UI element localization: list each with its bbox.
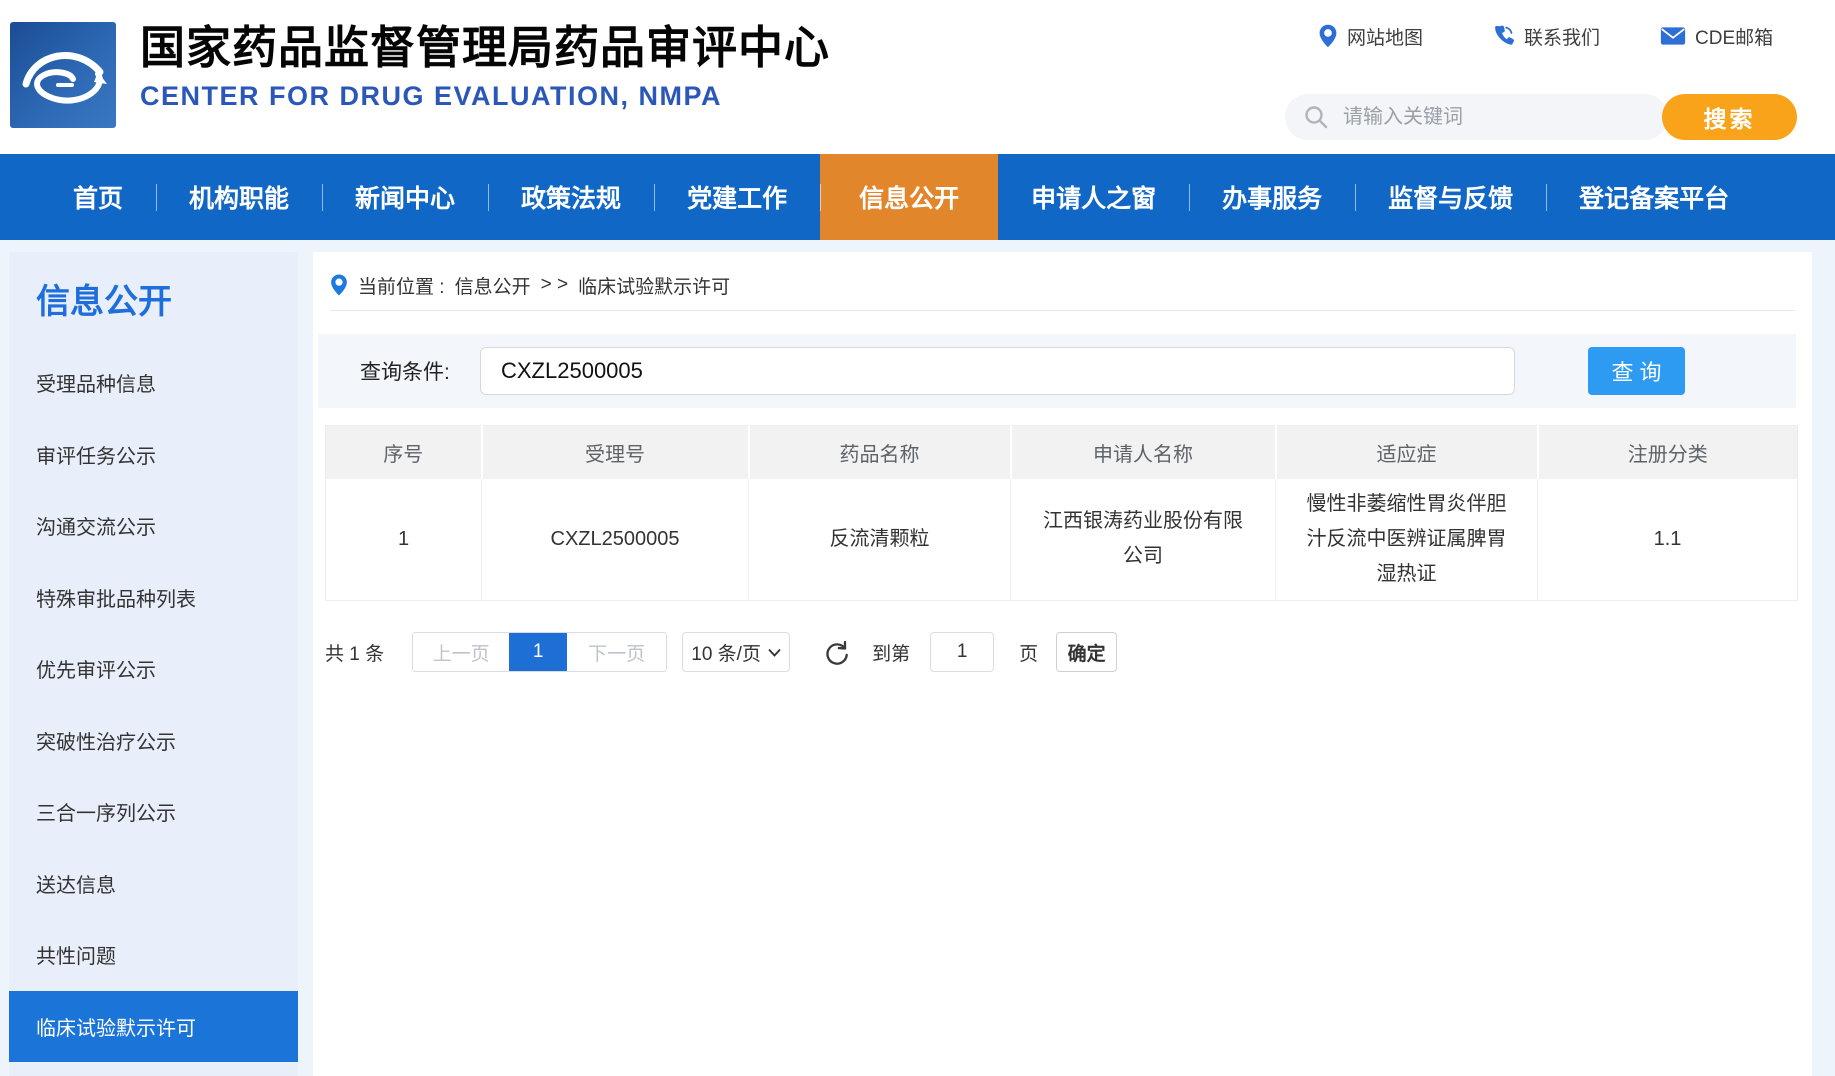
result-table: 序号 受理号 药品名称 申请人名称 适应症 注册分类 1 CXZL2500005… [325,425,1798,601]
current-page-button[interactable]: 1 [509,633,568,671]
content-panel: 当前位置 : 信息公开 > > 临床试验默示许可 查询条件: 查 询 序号 受理… [313,252,1812,1076]
col-header-indication: 适应症 [1275,425,1539,479]
cell-applicant: 江西银涛药业股份有限公司 [1010,478,1276,601]
sidebar-item-breakthrough[interactable]: 突破性治疗公示 [9,705,298,777]
nav-item-applicant[interactable]: 申请人之窗 [998,154,1189,240]
mail-icon [1660,27,1686,45]
query-label: 查询条件: [360,361,450,384]
query-panel: 查询条件: [318,334,1796,408]
site-subtitle: CENTER FOR DRUG EVALUATION, NMPA [140,80,722,111]
sidebar-item-delivery-info[interactable]: 送达信息 [9,848,298,920]
location-pin-icon [1319,24,1337,48]
table-header-row: 序号 受理号 药品名称 申请人名称 适应症 注册分类 [325,425,1798,479]
prev-page-button[interactable]: 上一页 [413,633,509,671]
quick-link-mail[interactable]: CDE邮箱 [1660,22,1773,50]
page-size-select[interactable]: 10 条/页 [682,632,791,672]
quick-link-sitemap[interactable]: 网站地图 [1318,22,1423,50]
breadcrumb-prefix: 当前位置 : [358,276,445,298]
breadcrumb: 当前位置 : 信息公开 > > 临床试验默示许可 [330,270,730,300]
cde-logo[interactable] [10,22,116,128]
site-header: 国家药品监督管理局药品审评中心 CENTER FOR DRUG EVALUATI… [0,0,1835,154]
pager: 上一页 1 下一页 [412,632,668,672]
chevron-down-icon [768,648,781,657]
site-titles: 国家药品监督管理局药品审评中心 CENTER FOR DRUG EVALUATI… [140,22,830,112]
cell-indication: 慢性非萎缩性胃炎伴胆汁反流中医辨证属脾胃湿热证 [1275,478,1538,601]
quick-link-contact[interactable]: 联系我们 [1492,22,1600,50]
page-unit-label: 页 [1019,643,1039,665]
search-input[interactable] [1285,94,1668,140]
nav-item-supervision[interactable]: 监督与反馈 [1355,154,1546,240]
refresh-icon [826,640,849,665]
cell-drug-name: 反流清颗粒 [748,478,1011,601]
nav-item-services[interactable]: 办事服务 [1189,154,1355,240]
nav-item-policy[interactable]: 政策法规 [488,154,654,240]
header-search [1285,94,1668,140]
next-page-button[interactable]: 下一页 [567,633,666,671]
phone-icon [1495,25,1515,45]
col-header-drug-name: 药品名称 [748,425,1012,479]
sidebar-item-common-issues[interactable]: 共性问题 [9,919,298,991]
cell-acceptance-no: CXZL2500005 [481,478,749,601]
col-header-index: 序号 [325,425,483,479]
col-header-applicant: 申请人名称 [1010,425,1277,479]
sidebar-item-clinical-trial-implied-license[interactable]: 临床试验默示许可 [9,990,298,1062]
cell-index: 1 [325,478,482,601]
goto-label: 到第 [872,643,911,665]
sidebar-item-review-tasks[interactable]: 审评任务公示 [9,419,298,491]
search-icon [1305,106,1328,129]
query-button[interactable]: 查 询 [1588,347,1685,395]
breadcrumb-separator: > > [540,274,569,295]
quick-link-label: 联系我们 [1524,27,1601,49]
nav-item-news[interactable]: 新闻中心 [322,154,488,240]
sidebar-list: 受理品种信息 审评任务公示 沟通交流公示 特殊审批品种列表 优先审评公示 突破性… [9,347,298,1062]
breadcrumb-pin-icon [331,274,347,296]
sidebar: 信息公开 受理品种信息 审评任务公示 沟通交流公示 特殊审批品种列表 优先审评公… [9,252,298,1076]
site-title: 国家药品监督管理局药品审评中心 [140,22,831,73]
nav-item-functions[interactable]: 机构职能 [156,154,322,240]
breadcrumb-current: 临床试验默示许可 [578,276,731,298]
col-header-reg-class: 注册分类 [1537,425,1798,479]
quick-link-label: 网站地图 [1347,27,1424,49]
pagination: 共 1 条 上一页 1 下一页 10 条/页 到第 页 确定 [325,632,1118,672]
cell-reg-class: 1.1 [1537,478,1798,601]
sidebar-item-communication[interactable]: 沟通交流公示 [9,490,298,562]
table-row: 1 CXZL2500005 反流清颗粒 江西银涛药业股份有限公司 慢性非萎缩性胃… [325,478,1798,601]
pagination-total: 共 1 条 [325,643,385,665]
quick-link-label: CDE邮箱 [1695,27,1774,49]
col-header-acceptance-no: 受理号 [481,425,750,479]
fish-logo-icon [22,52,107,104]
sidebar-item-priority-review[interactable]: 优先审评公示 [9,633,298,705]
refresh-button[interactable] [823,638,851,666]
search-button[interactable]: 搜索 [1662,94,1797,140]
breadcrumb-section[interactable]: 信息公开 [455,272,531,299]
breadcrumb-divider [330,310,1795,311]
sidebar-title: 信息公开 [36,283,172,321]
nav-item-home[interactable]: 首页 [40,154,156,240]
page-size-value: 10 条/页 [691,643,761,665]
nav-item-registration[interactable]: 登记备案平台 [1546,154,1762,240]
sidebar-item-three-in-one[interactable]: 三合一序列公示 [9,776,298,848]
sidebar-item-special-approval[interactable]: 特殊审批品种列表 [9,562,298,634]
confirm-button[interactable]: 确定 [1056,632,1118,672]
main-nav: 首页 机构职能 新闻中心 政策法规 党建工作 信息公开 申请人之窗 办事服务 监… [0,154,1835,240]
nav-item-party[interactable]: 党建工作 [654,154,820,240]
nav-item-info-disclosure[interactable]: 信息公开 [820,154,999,240]
query-input[interactable] [480,347,1515,395]
sidebar-item-accepted-products[interactable]: 受理品种信息 [9,347,298,419]
goto-page-input[interactable] [930,632,995,672]
